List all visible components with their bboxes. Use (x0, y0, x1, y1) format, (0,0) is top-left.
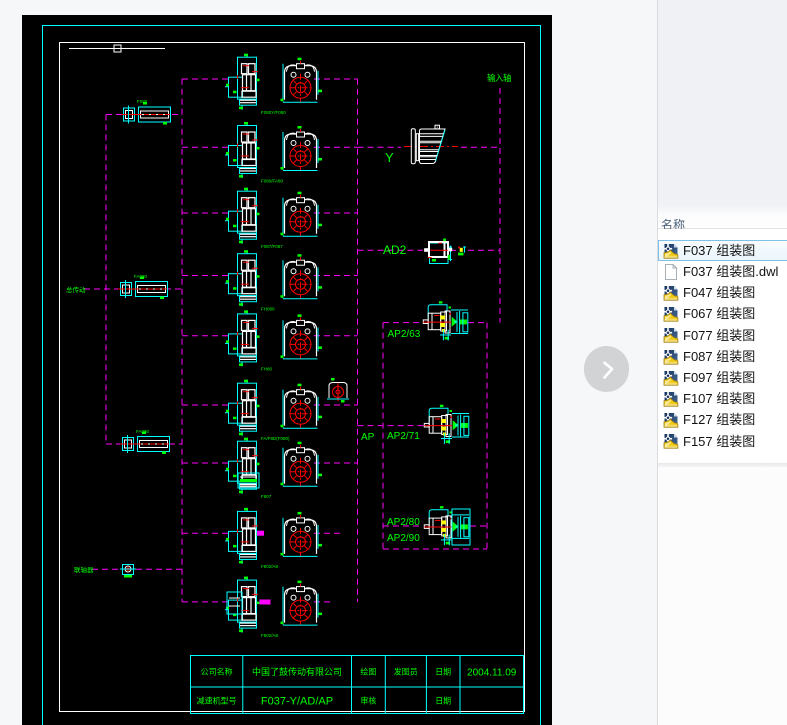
svg-text:绘图: 绘图 (360, 667, 376, 677)
svg-text:F080Y/F080: F080Y/F080 (261, 110, 286, 115)
svg-text:中国了鼓传动有限公司: 中国了鼓传动有限公司 (252, 666, 342, 677)
svg-text:日期: 日期 (435, 668, 451, 677)
svg-text:公司名称: 公司名称 (201, 667, 233, 677)
svg-text:F087/F087: F087/F087 (261, 244, 283, 249)
svg-text:2004.11.09: 2004.11.09 (467, 668, 517, 679)
svg-text:F802/A8: F802/A8 (261, 633, 279, 638)
svg-text:AP2/80: AP2/80 (387, 517, 420, 528)
svg-text:AP: AP (361, 432, 375, 443)
svg-text:F802/A8: F802/A8 (261, 564, 279, 569)
svg-text:联轴器: 联轴器 (74, 565, 94, 574)
svg-text:FH80: FH80 (261, 367, 273, 372)
svg-text:FA/F8D(F080): FA/F8D(F080) (261, 436, 290, 441)
svg-text:发图员: 发图员 (394, 667, 418, 677)
svg-text:FH080: FH080 (261, 307, 275, 312)
svg-text:AP2/71: AP2/71 (387, 431, 420, 442)
svg-text:F080: F080 (137, 99, 148, 104)
svg-text:输入轴: 输入轴 (487, 73, 511, 83)
svg-text:审核: 审核 (360, 696, 376, 706)
svg-text:总传动: 总传动 (66, 285, 86, 294)
svg-text:FA080: FA080 (136, 429, 150, 434)
svg-text:Y: Y (385, 150, 394, 165)
svg-text:AD2: AD2 (383, 243, 407, 257)
svg-text:AP2/63: AP2/63 (388, 329, 421, 340)
svg-text:F037-Y/AD/AP: F037-Y/AD/AP (261, 696, 333, 708)
svg-text:FA080: FA080 (134, 274, 148, 279)
svg-text:日期: 日期 (435, 697, 451, 706)
svg-text:F807: F807 (261, 494, 272, 499)
svg-text:F080/FA80: F080/FA80 (261, 178, 284, 183)
svg-text:减速机型号: 减速机型号 (197, 696, 237, 706)
svg-text:AP2/90: AP2/90 (387, 533, 420, 544)
